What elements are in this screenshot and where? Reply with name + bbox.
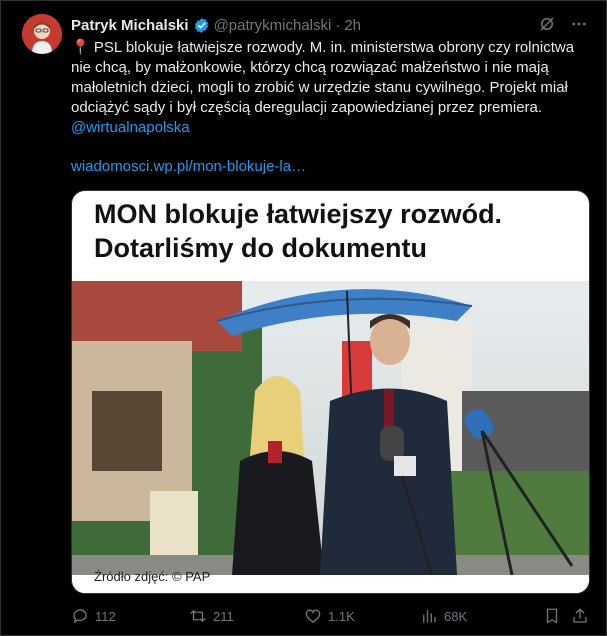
grok-icon[interactable] — [538, 15, 556, 33]
link-card[interactable]: MON blokuje łatwiejszy rozwód. Dotarliśm… — [71, 190, 590, 594]
photo-caption: Źródło zdjęć: © PAP — [94, 569, 211, 584]
reply-icon — [71, 607, 89, 625]
retweet-button[interactable]: 211 — [189, 607, 234, 625]
tweet-actions: 112 211 1.1K 68K — [71, 606, 596, 626]
retweet-count: 211 — [213, 608, 234, 624]
separator-dot: · — [335, 16, 341, 34]
tweet-container[interactable]: Patryk Michalski @patrykmichalski · 2h 📍… — [0, 0, 607, 636]
bookmark-button[interactable] — [543, 607, 561, 625]
views-icon — [420, 607, 438, 625]
share-button[interactable] — [571, 607, 589, 625]
like-icon — [304, 607, 322, 625]
tweet-body: PSL blokuje łatwiejsze rozwody. M. in. m… — [71, 39, 575, 116]
verified-badge-icon — [193, 17, 210, 34]
timestamp[interactable]: 2h — [344, 17, 361, 34]
share-icon — [571, 607, 589, 625]
author-name[interactable]: Patryk Michalski — [71, 17, 189, 34]
reply-count: 112 — [95, 608, 116, 624]
bookmark-icon — [543, 607, 561, 625]
author-handle[interactable]: @patrykmichalski — [214, 17, 332, 34]
card-photo — [72, 281, 589, 575]
card-headline: MON blokuje łatwiejszy rozwód. Dotarliśm… — [94, 199, 503, 263]
like-count: 1.1K — [328, 608, 355, 624]
avatar[interactable] — [22, 14, 62, 54]
views-button[interactable]: 68K — [420, 607, 467, 625]
tweet-text: 📍 PSL blokuje łatwiejsze rozwody. M. in.… — [71, 38, 591, 138]
article-link[interactable]: wiadomosci.wp.pl/mon-blokuje-la… — [71, 158, 306, 175]
retweet-icon — [189, 607, 207, 625]
like-button[interactable]: 1.1K — [304, 607, 355, 625]
views-count: 68K — [444, 608, 468, 624]
reply-button[interactable]: 112 — [71, 607, 116, 625]
mention-link[interactable]: @wirtualnapolska — [71, 119, 190, 136]
more-icon[interactable] — [570, 15, 588, 33]
photo-caption-bar: Źródło zdjęć: © PAP — [72, 569, 589, 593]
tweet-header: Patryk Michalski @patrykmichalski · 2h — [71, 15, 596, 35]
pin-icon: 📍 — [71, 39, 90, 56]
